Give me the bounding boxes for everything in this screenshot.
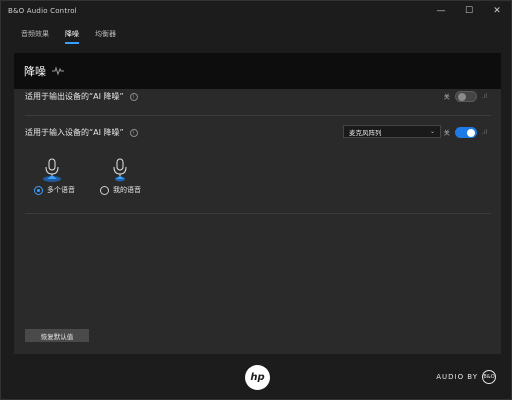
output-ai-noise-toggle[interactable] (454, 91, 477, 102)
radio-my-voice-label: 我的语音 (113, 186, 141, 194)
maximize-button[interactable]: ☐ (455, 1, 483, 21)
input-device-select[interactable]: 麦克风阵列 ⌄ (343, 125, 441, 138)
radio-my-voice-line: 我的语音 (100, 185, 141, 195)
info-icon[interactable]: i (129, 92, 138, 101)
restore-defaults-button[interactable]: 恢复默认值 (25, 329, 89, 342)
info-icon[interactable]: i (129, 128, 138, 137)
tab-noise-reduction[interactable]: 降噪 (65, 29, 79, 44)
bang-olufsen-logo: B&O (482, 370, 496, 384)
input-ai-noise-label: 适用于输入设备的“AI 降噪” (25, 128, 124, 137)
tab-audio-effects[interactable]: 音频效果 (21, 29, 49, 44)
toggle-knob (466, 128, 475, 137)
radio-multiple-voices[interactable] (34, 185, 43, 195)
mode-multiple-voices[interactable]: 多个语音 (34, 157, 75, 195)
input-ai-noise-toggle[interactable] (454, 127, 477, 138)
tab-equalizer[interactable]: 均衡器 (95, 29, 116, 44)
microphone-single-icon (113, 158, 127, 182)
audio-by-branding: AUDIO BY B&O (436, 370, 496, 384)
microphone-multi-icon (43, 158, 61, 182)
toggle-knob (457, 93, 466, 101)
app-window: B&O Audio Control — ☐ ✕ 音频效果 降噪 均衡器 降噪 适… (0, 0, 512, 400)
app-title: B&O Audio Control (8, 7, 77, 15)
radio-multiple-voices-line: 多个语音 (34, 185, 75, 195)
level-bars-icon: .ıl (481, 129, 487, 136)
radio-my-voice[interactable] (100, 185, 109, 195)
audio-by-text: AUDIO BY (436, 373, 478, 381)
title-bar: B&O Audio Control — ☐ ✕ (1, 1, 511, 21)
chevron-down-icon: ⌄ (429, 128, 435, 135)
level-bars-icon: .ıl (481, 93, 487, 100)
divider (25, 115, 491, 116)
radio-multiple-voices-label: 多个语音 (47, 186, 75, 194)
tab-bar: 音频效果 降噪 均衡器 (21, 29, 116, 44)
output-toggle-group: 关 .ıl (444, 91, 487, 102)
input-toggle-group: 关 .ıl (444, 127, 487, 138)
output-toggle-state: 关 (443, 94, 450, 101)
output-ai-noise-label: 适用于输出设备的“AI 降噪” (25, 92, 124, 101)
input-ai-noise-row: 适用于输入设备的“AI 降噪” i 麦克风阵列 ⌄ 关 .ıl (25, 125, 491, 138)
divider (25, 213, 491, 214)
input-toggle-state: 关 (443, 130, 450, 137)
panel-title: 降噪 (24, 65, 46, 78)
close-button[interactable]: ✕ (483, 1, 511, 21)
input-device-value: 麦克风阵列 (349, 128, 382, 137)
hp-logo: hp (245, 365, 270, 390)
mode-my-voice[interactable]: 我的语音 (100, 157, 141, 195)
noise-reduction-panel: 降噪 适用于输出设备的“AI 降噪” i 关 .ıl 适用于输入设备的“AI 降… (14, 53, 501, 354)
panel-header: 降噪 (14, 53, 501, 89)
window-controls: — ☐ ✕ (427, 1, 511, 21)
output-ai-noise-row: 适用于输出设备的“AI 降噪” i 关 .ıl (25, 91, 491, 102)
minimize-button[interactable]: — (427, 1, 455, 21)
waveform-icon (52, 66, 64, 76)
